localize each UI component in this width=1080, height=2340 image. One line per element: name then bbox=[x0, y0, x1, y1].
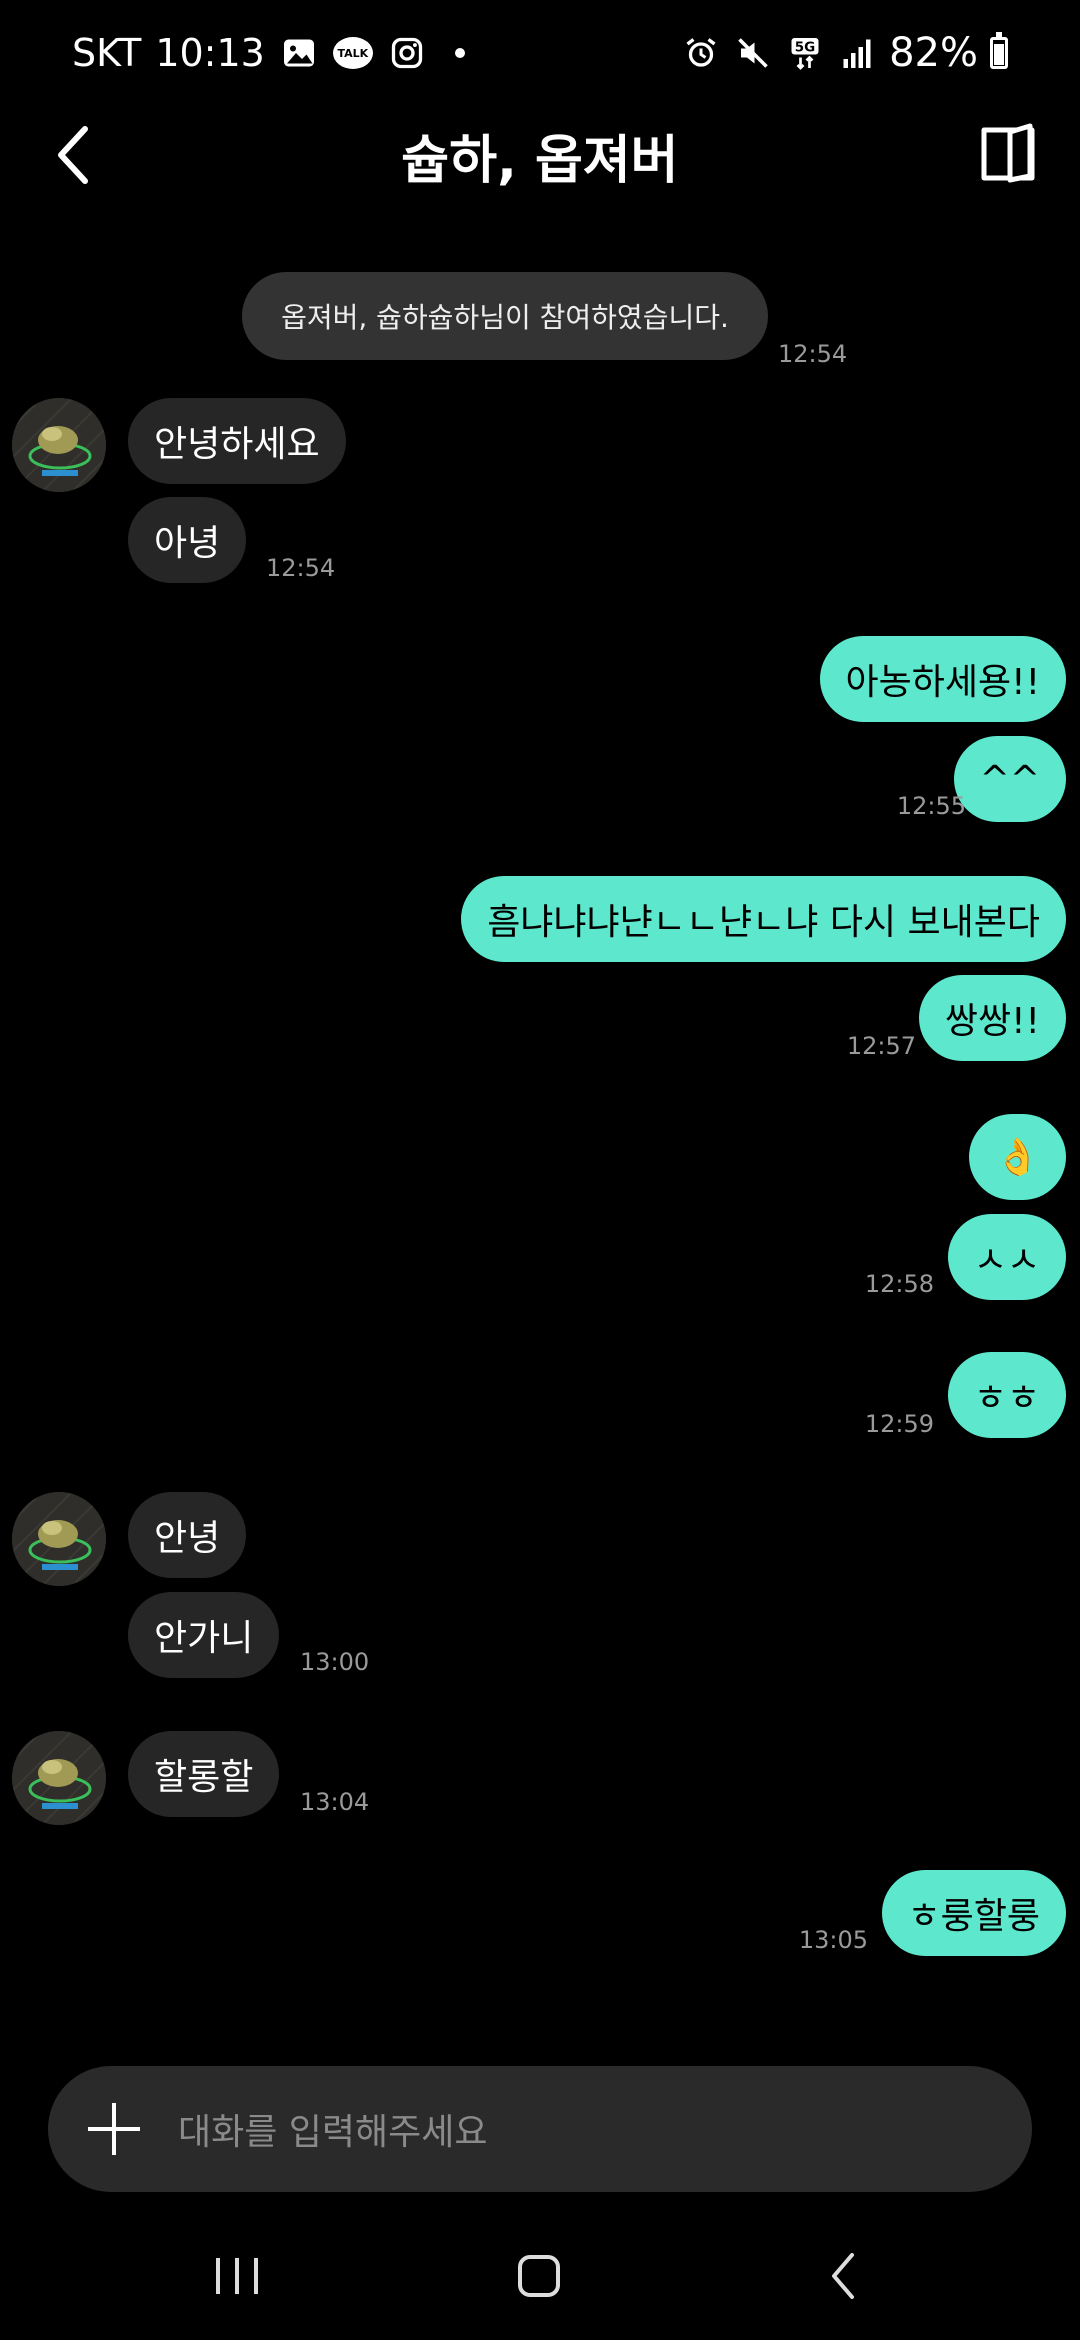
battery-fill bbox=[994, 43, 1004, 65]
incoming-message[interactable]: 할롱할 bbox=[128, 1731, 280, 1817]
outgoing-message[interactable]: ㅎ룽할룽 bbox=[881, 1870, 1066, 1956]
participant-avatar[interactable] bbox=[12, 398, 106, 492]
alarm-icon bbox=[681, 33, 721, 73]
message-timestamp: 13:04 bbox=[300, 1788, 370, 1816]
status-bar-right: 5G 82% bbox=[681, 28, 1008, 78]
avatar-image bbox=[12, 1731, 106, 1825]
system-join-message: 옵져버, 슙하슙하님이 참여하였습니다. bbox=[242, 272, 768, 360]
kakaotalk-notification-icon: TALK bbox=[332, 37, 373, 69]
participant-avatar[interactable] bbox=[12, 1731, 106, 1825]
message-input[interactable]: 대화를 입력해주세요 bbox=[178, 2103, 488, 2155]
participant-avatar[interactable] bbox=[12, 1492, 106, 1586]
message-timestamp: 13:05 bbox=[798, 1926, 868, 1954]
outgoing-message[interactable]: 흠냐냐냐냔ㄴㄴ냔ㄴ냐 다시 보내본다 bbox=[461, 876, 1066, 962]
outgoing-message[interactable]: 쌍쌍!! bbox=[918, 975, 1066, 1061]
outgoing-message[interactable]: ㅎㅎ bbox=[947, 1352, 1066, 1438]
book-menu-icon bbox=[981, 123, 1035, 183]
incoming-message[interactable]: 안가니 bbox=[128, 1592, 280, 1678]
status-bar-left: SKT 10:13 TALK bbox=[72, 28, 465, 78]
plus-icon[interactable] bbox=[84, 2099, 144, 2159]
mute-icon bbox=[733, 33, 773, 73]
carrier-label: SKT bbox=[72, 31, 142, 75]
message-input-bar[interactable]: 대화를 입력해주세요 bbox=[48, 2066, 1032, 2192]
message-timestamp: 12:54 bbox=[778, 340, 848, 368]
nav-back-button[interactable] bbox=[803, 2236, 883, 2316]
network-5g-icon: 5G bbox=[785, 33, 825, 73]
incoming-message[interactable]: 안녕하세요 bbox=[128, 398, 346, 484]
message-timestamp: 13:00 bbox=[300, 1648, 370, 1676]
svg-text:5G: 5G bbox=[795, 40, 815, 56]
outgoing-message[interactable]: ㅅㅅ bbox=[947, 1214, 1066, 1300]
battery-icon bbox=[990, 32, 1008, 69]
message-timestamp: 12:58 bbox=[864, 1270, 934, 1298]
message-timestamp: 12:57 bbox=[846, 1032, 916, 1060]
home-button[interactable] bbox=[499, 2236, 579, 2316]
clock: 10:13 bbox=[155, 31, 265, 75]
avatar-image bbox=[12, 398, 106, 492]
recent-apps-button[interactable] bbox=[197, 2236, 277, 2316]
gallery-notification-icon bbox=[279, 33, 319, 73]
outgoing-message[interactable]: ^^ bbox=[953, 736, 1066, 822]
chat-menu-button[interactable] bbox=[976, 122, 1040, 186]
outgoing-message[interactable]: 아농하세용!! bbox=[819, 636, 1066, 722]
instagram-notification-icon bbox=[387, 33, 427, 73]
recent-apps-icon bbox=[216, 2258, 258, 2294]
outgoing-message[interactable]: 👌 bbox=[969, 1114, 1066, 1200]
signal-strength-icon bbox=[837, 33, 877, 73]
incoming-message[interactable]: 안녕 bbox=[128, 1492, 247, 1578]
home-icon bbox=[518, 2255, 560, 2297]
avatar-image bbox=[12, 1492, 106, 1586]
message-timestamp: 12:59 bbox=[864, 1410, 934, 1438]
more-notifications-dot-icon bbox=[454, 48, 465, 58]
battery-percentage: 82% bbox=[889, 30, 978, 76]
message-timestamp: 12:55 bbox=[896, 792, 966, 820]
back-icon bbox=[832, 2253, 854, 2299]
chat-title: 슙하, 옵져버 bbox=[401, 131, 679, 191]
incoming-message[interactable]: 아녕 bbox=[128, 497, 247, 583]
message-timestamp: 12:54 bbox=[266, 554, 336, 582]
